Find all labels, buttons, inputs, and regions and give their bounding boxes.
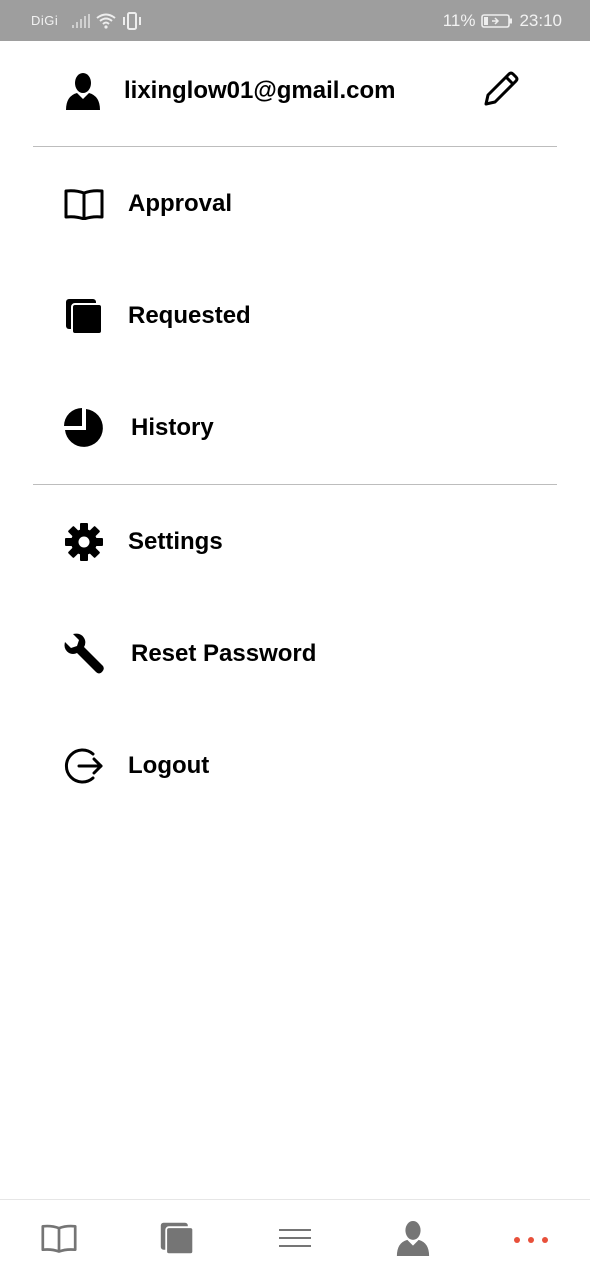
menu-item-reset-password[interactable]: Reset Password	[0, 614, 590, 694]
gear-icon	[62, 522, 106, 562]
vibrate-icon	[122, 11, 142, 30]
book-open-icon	[62, 184, 106, 224]
divider	[33, 146, 557, 147]
pie-chart-icon	[62, 408, 106, 448]
menu-label: History	[131, 414, 214, 441]
user-header: lixinglow01@gmail.com	[0, 48, 590, 134]
menu-icon	[278, 1226, 312, 1255]
divider	[33, 484, 557, 485]
nav-item-more[interactable]	[472, 1200, 590, 1280]
logout-icon	[62, 746, 106, 786]
battery-charging-icon	[481, 13, 513, 29]
menu-item-approval[interactable]: Approval	[0, 164, 590, 244]
nav-item-requested[interactable]	[118, 1200, 236, 1280]
user-email: lixinglow01@gmail.com	[124, 77, 396, 104]
status-left: DiGi	[31, 0, 142, 41]
nav-item-menu[interactable]	[236, 1200, 354, 1280]
menu-item-logout[interactable]: Logout	[0, 726, 590, 806]
bottom-nav	[0, 1199, 590, 1280]
copy-icon	[159, 1220, 195, 1261]
more-icon	[513, 1232, 549, 1250]
menu-label: Settings	[128, 528, 223, 555]
nav-item-approval[interactable]	[0, 1200, 118, 1280]
menu-item-requested[interactable]: Requested	[0, 276, 590, 356]
status-right: 11% 23:10	[443, 0, 562, 41]
carrier-name: DiGi	[31, 13, 59, 28]
menu-item-history[interactable]: History	[0, 388, 590, 468]
menu-label: Reset Password	[131, 640, 317, 667]
nav-item-profile[interactable]	[354, 1200, 472, 1280]
wrench-icon	[62, 633, 106, 674]
user-icon	[64, 72, 102, 110]
menu-label: Approval	[128, 190, 233, 217]
edit-profile-button[interactable]	[477, 66, 525, 114]
signal-icon	[72, 13, 91, 28]
menu-label: Logout	[128, 752, 210, 779]
wifi-icon	[96, 13, 116, 29]
book-open-icon	[41, 1223, 77, 1258]
user-icon	[395, 1220, 431, 1261]
status-bar: DiGi 11% 23:10	[0, 0, 590, 41]
menu-label: Requested	[128, 302, 251, 329]
battery-percent: 11%	[442, 10, 476, 30]
menu-item-settings[interactable]: Settings	[0, 502, 590, 582]
copy-icon	[62, 296, 106, 336]
pencil-icon	[480, 67, 522, 114]
clock: 23:10	[519, 10, 562, 30]
